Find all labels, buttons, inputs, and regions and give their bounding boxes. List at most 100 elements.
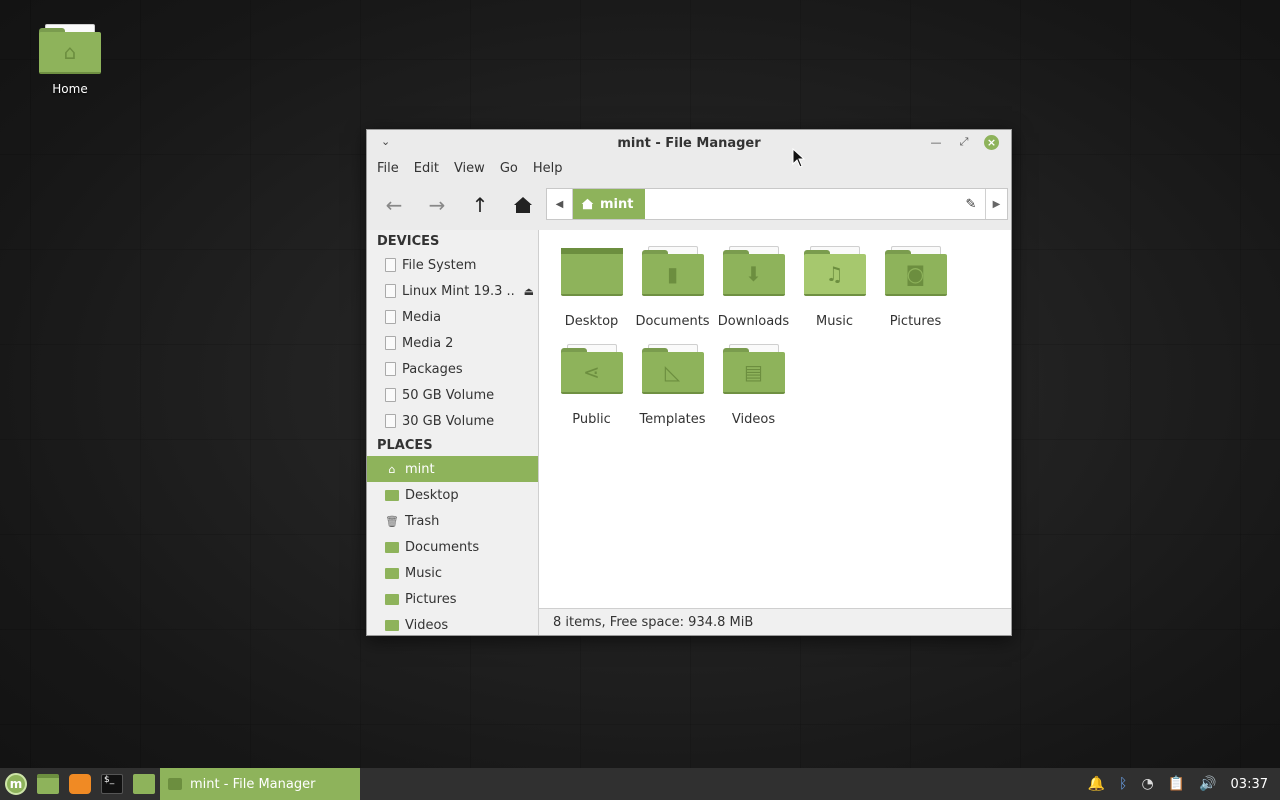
menu-button[interactable]: m — [0, 768, 32, 800]
sidebar-item-documents[interactable]: Documents — [367, 534, 538, 560]
sidebar-item-label: Linux Mint 19.3 ... — [402, 283, 514, 299]
menubar: File Edit View Go Help — [367, 156, 1011, 180]
sidebar-item-label: Videos — [405, 617, 449, 633]
location-pathbar: ◀ mint ✎ ▶ — [546, 188, 1008, 220]
mint-logo-icon: m — [5, 773, 27, 795]
sidebar-item-packages[interactable]: Packages — [367, 356, 538, 382]
terminal-icon: $_ — [101, 774, 123, 794]
sidebar-item-50gb-volume[interactable]: 50 GB Volume — [367, 382, 538, 408]
edit-location-pencil-icon[interactable]: ✎ — [957, 189, 985, 219]
sidebar-item-media-2[interactable]: Media 2 — [367, 330, 538, 356]
file-item-label: Desktop — [564, 314, 619, 329]
taskbar-window-button[interactable]: mint - File Manager — [160, 768, 360, 800]
window-controls: — ⤢ × — [928, 134, 999, 150]
maximize-button[interactable]: ⤢ — [956, 134, 972, 150]
menu-help[interactable]: Help — [533, 161, 572, 176]
home-button[interactable] — [504, 188, 542, 222]
sidebar-item-mint[interactable]: ⌂ mint — [367, 456, 538, 482]
sidebar-item-label: Trash — [405, 513, 440, 529]
firefox-launcher[interactable] — [64, 768, 96, 800]
sidebar-item-media[interactable]: Media — [367, 304, 538, 330]
sidebar-item-trash[interactable]: 🗑 Trash — [367, 508, 538, 534]
bluetooth-icon[interactable]: ᛒ — [1119, 776, 1127, 792]
sidebar-item-30gb-volume[interactable]: 30 GB Volume — [367, 408, 538, 434]
desktop-folder-icon — [560, 246, 623, 296]
file-view[interactable]: Desktop ▮ Documents ⬇ Downloads ♫ Music … — [539, 230, 1011, 635]
status-bar: 8 items, Free space: 934.8 MiB — [539, 608, 1011, 635]
eject-icon[interactable]: ⏏ — [524, 285, 534, 298]
close-button[interactable]: × — [984, 134, 999, 150]
home-folder-icon: ⌂ — [39, 24, 101, 74]
file-item-label: Documents — [635, 314, 710, 329]
sidebar-item-label: 50 GB Volume — [402, 387, 495, 403]
templates-folder-icon: ◺ — [641, 344, 704, 394]
minimize-button[interactable]: — — [928, 134, 944, 150]
sidebar-item-label: Documents — [405, 539, 480, 555]
sidebar-item-label: Music — [405, 565, 442, 581]
sidebar-item-linux-mint[interactable]: Linux Mint 19.3 ... ⏏ — [367, 278, 538, 304]
network-icon[interactable]: ◔ — [1141, 776, 1153, 792]
folder-icon — [133, 774, 155, 794]
forward-arrow-icon: → — [428, 193, 446, 217]
file-item-label: Templates — [639, 412, 706, 427]
home-icon — [514, 197, 532, 213]
drive-icon — [385, 414, 396, 428]
downloads-folder-icon: ⬇ — [722, 246, 785, 296]
pictures-folder-icon: ◙ — [884, 246, 947, 296]
taskbar-window-label: mint - File Manager — [190, 776, 316, 792]
file-item-label: Pictures — [889, 314, 942, 329]
titlebar[interactable]: ⌄ mint - File Manager — ⤢ × — [367, 130, 1011, 156]
menu-view[interactable]: View — [454, 161, 494, 176]
drive-icon — [385, 284, 396, 298]
window-title: mint - File Manager — [617, 135, 761, 151]
menu-go[interactable]: Go — [500, 161, 527, 176]
places-header: PLACES — [377, 438, 433, 453]
content-area: DEVICES File System Linux Mint 19.3 ... ⏏… — [367, 230, 1011, 635]
documents-folder-icon — [385, 541, 399, 553]
file-item-label: Public — [572, 412, 611, 427]
show-desktop-button[interactable] — [32, 768, 64, 800]
sidebar-item-label: Pictures — [405, 591, 457, 607]
sidebar-item-label: Media 2 — [402, 335, 454, 351]
notifications-bell-icon[interactable]: 🔔 — [1088, 776, 1105, 792]
menu-edit[interactable]: Edit — [414, 161, 448, 176]
drive-icon — [385, 258, 396, 272]
file-item-documents[interactable]: ▮ Documents — [632, 246, 713, 344]
file-item-public[interactable]: ⋖ Public — [551, 344, 632, 442]
file-item-music[interactable]: ♫ Music — [794, 246, 875, 344]
back-button[interactable]: ← — [375, 188, 413, 222]
drive-icon — [385, 336, 396, 350]
file-item-videos[interactable]: ▤ Videos — [713, 344, 794, 442]
sidebar-item-videos[interactable]: Videos — [367, 612, 538, 635]
home-icon — [581, 198, 594, 210]
clock[interactable]: 03:37 — [1231, 777, 1268, 792]
window-menu-chevron-icon[interactable]: ⌄ — [381, 135, 390, 148]
sidebar-item-desktop[interactable]: Desktop — [367, 482, 538, 508]
file-grid: Desktop ▮ Documents ⬇ Downloads ♫ Music … — [539, 230, 979, 442]
terminal-launcher[interactable]: $_ — [96, 768, 128, 800]
public-folder-icon: ⋖ — [560, 344, 623, 394]
pathbar-right-arrow-icon[interactable]: ▶ — [985, 189, 1007, 219]
sidebar-item-music[interactable]: Music — [367, 560, 538, 586]
file-item-templates[interactable]: ◺ Templates — [632, 344, 713, 442]
volume-icon[interactable]: 🔊 — [1199, 776, 1216, 792]
desktop-home-icon[interactable]: ⌂ Home — [30, 24, 110, 96]
pathbar-left-arrow-icon[interactable]: ◀ — [547, 189, 573, 219]
toolbar: ← → ↑ ◀ mint ✎ ▶ — [367, 180, 1011, 230]
taskbar: m $_ mint - File Manager 🔔 ᛒ ◔ 📋 🔊 03:37 — [0, 768, 1280, 800]
music-folder-icon: ♫ — [803, 246, 866, 296]
home-folder-icon — [168, 778, 182, 790]
up-button[interactable]: ↑ — [461, 188, 499, 222]
file-item-downloads[interactable]: ⬇ Downloads — [713, 246, 794, 344]
pathbar-crumb-mint[interactable]: mint — [573, 189, 646, 219]
forward-button[interactable]: → — [418, 188, 456, 222]
sidebar-item-label: Media — [402, 309, 442, 325]
mouse-cursor-icon — [792, 148, 806, 168]
clipboard-icon[interactable]: 📋 — [1168, 776, 1185, 792]
sidebar-item-file-system[interactable]: File System — [367, 252, 538, 278]
menu-file[interactable]: File — [377, 161, 408, 176]
file-item-pictures[interactable]: ◙ Pictures — [875, 246, 956, 344]
files-launcher[interactable] — [128, 768, 160, 800]
sidebar-item-pictures[interactable]: Pictures — [367, 586, 538, 612]
file-item-desktop[interactable]: Desktop — [551, 246, 632, 344]
